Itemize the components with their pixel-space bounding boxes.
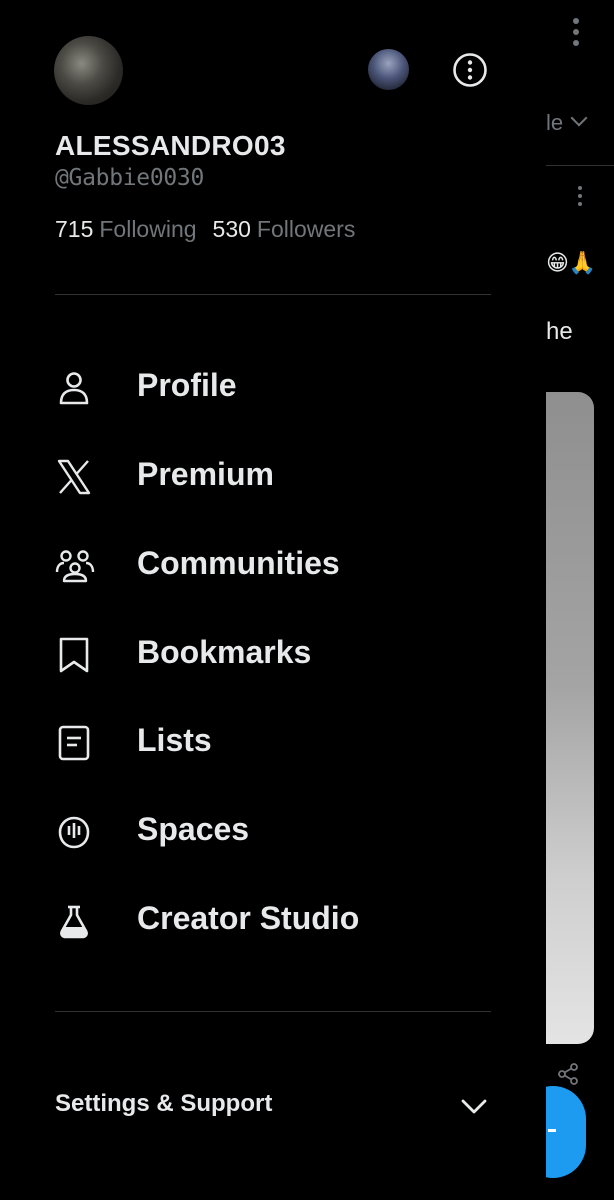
bookmark-icon <box>55 637 93 673</box>
overflow-menu-icon[interactable] <box>566 18 586 52</box>
nav-item-label: Spaces <box>137 811 250 847</box>
display-name[interactable]: ALESSANDRO03 <box>55 130 286 162</box>
list-icon <box>55 725 93 761</box>
communities-icon <box>55 548 95 584</box>
post-media[interactable] <box>546 392 594 1044</box>
nav-item-spaces[interactable]: Spaces <box>0 787 546 875</box>
navigation-drawer: ALESSANDRO03 @Gabbie0030 715 Following 530… <box>0 0 546 1200</box>
settings-support-label: Settings & Support <box>55 1090 273 1117</box>
compose-plus-icon <box>548 1129 556 1132</box>
chevron-down-icon <box>460 1092 488 1120</box>
post-more-icon[interactable] <box>574 186 586 210</box>
nav-item-label: Profile <box>137 367 237 403</box>
more-circle-icon <box>453 53 487 87</box>
spaces-icon <box>55 814 93 850</box>
nav-item-label: Creator Studio <box>137 900 360 936</box>
more-options-button[interactable] <box>452 52 488 88</box>
followers-label: Followers <box>256 216 356 242</box>
username-handle[interactable]: @Gabbie0030 <box>55 165 204 191</box>
post-emoji: 😁🙏 <box>546 250 597 275</box>
nav-item-bookmarks[interactable]: Bookmarks <box>0 610 546 698</box>
post-text: he <box>546 318 573 345</box>
background-tab[interactable]: le <box>546 109 588 136</box>
nav-item-lists[interactable]: Lists <box>0 698 546 786</box>
switch-account-avatar[interactable] <box>368 49 409 90</box>
chevron-down-icon <box>570 109 588 127</box>
background-tab-label: le <box>546 110 564 135</box>
nav-item-communities[interactable]: Communities <box>0 521 546 609</box>
nav-item-premium[interactable]: Premium <box>0 432 546 520</box>
follow-stats: 715 Following 530 Followers <box>55 216 355 243</box>
nav-item-label: Communities <box>137 545 340 581</box>
settings-support-toggle[interactable]: Settings & Support <box>0 1068 546 1144</box>
following-count: 715 <box>55 216 94 242</box>
nav-item-label: Lists <box>137 722 212 758</box>
nav-item-label: Bookmarks <box>137 634 312 670</box>
background-divider <box>546 165 614 166</box>
divider <box>55 294 491 295</box>
following-label: Following <box>99 216 197 242</box>
divider <box>55 1011 491 1012</box>
following-link[interactable]: 715 Following <box>55 216 197 242</box>
nav-item-creator-studio[interactable]: Creator Studio <box>0 876 546 964</box>
avatar[interactable] <box>54 36 123 105</box>
share-icon[interactable] <box>556 1062 580 1086</box>
x-logo-icon <box>55 459 93 495</box>
followers-count: 530 <box>212 216 251 242</box>
flask-icon <box>55 903 93 939</box>
nav-item-profile[interactable]: Profile <box>0 343 546 431</box>
followers-link[interactable]: 530 Followers <box>213 216 356 242</box>
person-icon <box>55 370 93 406</box>
nav-item-label: Premium <box>137 456 274 492</box>
